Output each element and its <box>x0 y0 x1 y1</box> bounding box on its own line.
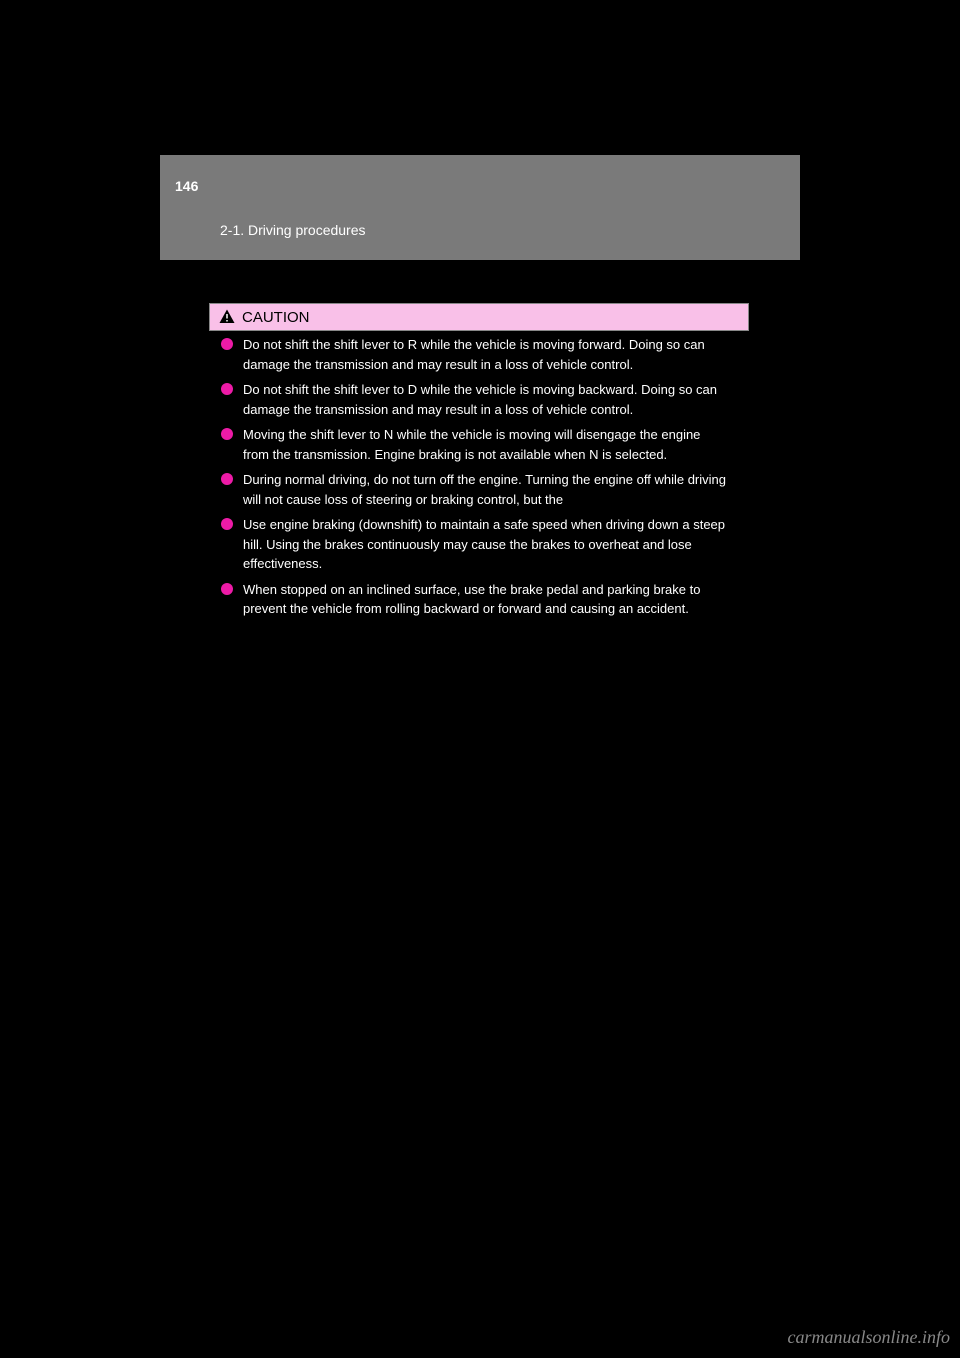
bullet-item: Use engine braking (downshift) to mainta… <box>209 515 749 574</box>
bullet-item: During normal driving, do not turn off t… <box>209 470 749 509</box>
caution-box: CAUTION <box>209 303 749 331</box>
page-number: 146 <box>175 178 198 194</box>
bullet-text: Moving the shift lever to N while the ve… <box>243 425 749 464</box>
caution-label: CAUTION <box>242 309 310 326</box>
bullet-text: When stopped on an inclined surface, use… <box>243 580 749 619</box>
bullet-icon <box>221 518 233 530</box>
bullet-icon <box>221 473 233 485</box>
bullet-icon <box>221 428 233 440</box>
bullet-item: Moving the shift lever to N while the ve… <box>209 425 749 464</box>
bullet-text: Do not shift the shift lever to D while … <box>243 380 749 419</box>
bullet-item: Do not shift the shift lever to R while … <box>209 335 749 374</box>
header-bar <box>160 155 800 260</box>
bullet-icon <box>221 383 233 395</box>
content-area: Do not shift the shift lever to R while … <box>209 335 749 625</box>
warning-icon <box>218 308 236 326</box>
section-title: 2-1. Driving procedures <box>220 222 366 238</box>
bullet-icon <box>221 338 233 350</box>
bullet-item: Do not shift the shift lever to D while … <box>209 380 749 419</box>
bullet-text: Do not shift the shift lever to R while … <box>243 335 749 374</box>
watermark: carmanualsonline.info <box>788 1327 951 1348</box>
bullet-item: When stopped on an inclined surface, use… <box>209 580 749 619</box>
caution-header: CAUTION <box>210 304 748 330</box>
bullet-text: Use engine braking (downshift) to mainta… <box>243 515 749 574</box>
bullet-icon <box>221 583 233 595</box>
bullet-text: During normal driving, do not turn off t… <box>243 470 749 509</box>
